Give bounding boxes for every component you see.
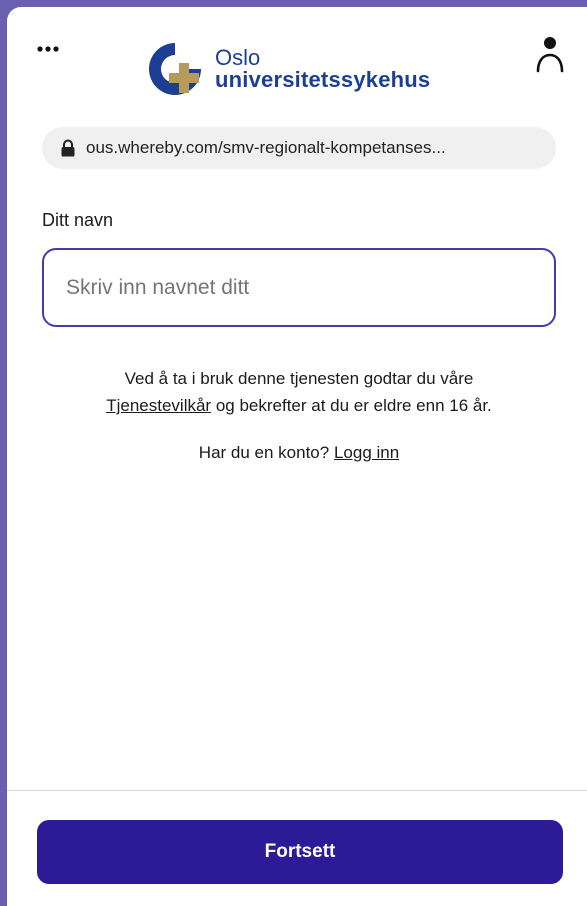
login-link[interactable]: Logg inn bbox=[334, 443, 399, 462]
hospital-logo: Oslo universitetssykehus bbox=[145, 39, 430, 99]
terms-notice: Ved å ta i bruk denne tjenesten godtar d… bbox=[42, 365, 556, 419]
person-icon bbox=[536, 37, 564, 73]
terms-text-prefix: Ved å ta i bruk denne tjenesten godtar d… bbox=[124, 369, 474, 388]
login-prompt-text: Har du en konto? bbox=[198, 443, 334, 462]
name-field-label: Ditt navn bbox=[42, 210, 114, 230]
header: Oslo universitetssykehus bbox=[7, 7, 587, 117]
name-input[interactable] bbox=[42, 248, 556, 327]
more-options-button[interactable] bbox=[34, 37, 62, 61]
login-prompt: Har du en konto? Logg inn bbox=[42, 439, 556, 466]
join-room-dialog: Oslo universitetssykehus ous.whereby.com… bbox=[7, 7, 587, 906]
room-url-bar[interactable]: ous.whereby.com/smv-regionalt-kompetanse… bbox=[42, 127, 556, 169]
logo-text-line1: Oslo bbox=[215, 45, 261, 70]
lock-icon bbox=[61, 139, 75, 157]
room-url-text: ous.whereby.com/smv-regionalt-kompetanse… bbox=[86, 138, 446, 157]
footer-divider bbox=[7, 790, 587, 791]
profile-button[interactable] bbox=[535, 35, 565, 75]
continue-button[interactable]: Fortsett bbox=[37, 820, 563, 884]
hospital-logo-mark bbox=[149, 43, 201, 95]
terms-link[interactable]: Tjenestevilkår bbox=[106, 396, 211, 415]
logo-text-line2: universitetssykehus bbox=[215, 67, 431, 92]
more-horizontal-icon bbox=[37, 46, 59, 52]
terms-text-suffix: og bekrefter at du er eldre enn 16 år. bbox=[211, 396, 492, 415]
